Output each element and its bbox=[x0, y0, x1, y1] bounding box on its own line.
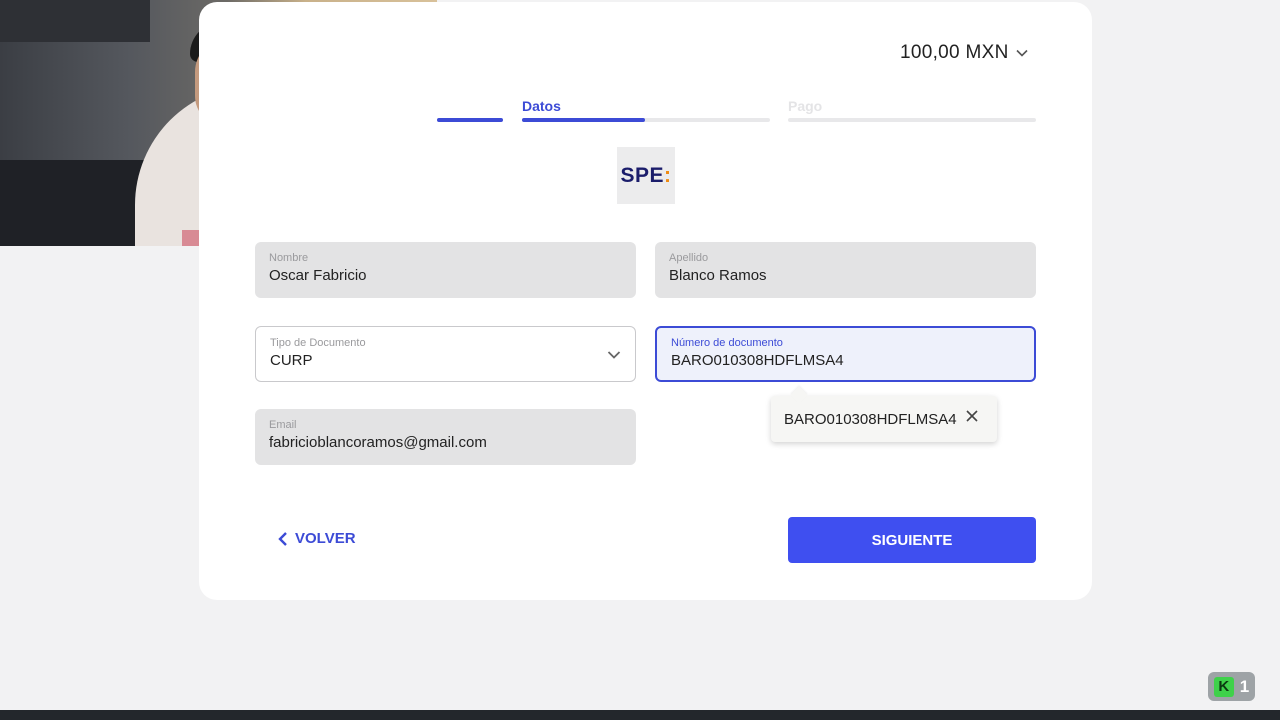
back-button[interactable]: VOLVER bbox=[277, 530, 356, 547]
tipo-documento-value: CURP bbox=[270, 352, 313, 369]
autocomplete-suggestion-text: BARO010308HDFLMSA4 bbox=[784, 410, 957, 428]
chevron-left-icon bbox=[278, 531, 287, 546]
recorder-badge-count: 1 bbox=[1239, 676, 1250, 696]
nombre-label: Nombre bbox=[269, 252, 309, 264]
spei-logo-text: SPE bbox=[620, 163, 665, 187]
numero-documento-label: Número de documento bbox=[671, 337, 783, 349]
step-pago-track bbox=[788, 118, 1036, 122]
email-value: fabricioblancoramos@gmail.com bbox=[269, 434, 487, 451]
spei-logo-accent: : bbox=[664, 163, 672, 187]
chevron-down-icon bbox=[607, 351, 621, 359]
apellido-label: Apellido bbox=[669, 252, 709, 264]
email-label: Email bbox=[269, 419, 297, 431]
k-logo-icon: K bbox=[1213, 676, 1234, 697]
close-icon[interactable] bbox=[965, 409, 979, 423]
nombre-field[interactable]: Nombre Oscar Fabricio bbox=[255, 242, 636, 298]
tipo-documento-select[interactable]: Tipo de Documento CURP bbox=[255, 326, 636, 382]
amount-selector[interactable]: 100,00 MXN bbox=[900, 42, 1029, 64]
checkout-card bbox=[199, 2, 1092, 600]
step-previous-progress bbox=[437, 118, 503, 122]
tipo-documento-label: Tipo de Documento bbox=[270, 337, 366, 349]
taskbar bbox=[0, 710, 1280, 720]
email-field[interactable]: Email fabricioblancoramos@gmail.com bbox=[255, 409, 636, 465]
chevron-down-icon bbox=[1016, 49, 1028, 57]
next-button[interactable]: SIGUIENTE bbox=[788, 517, 1036, 563]
next-button-label: SIGUIENTE bbox=[871, 531, 953, 549]
back-button-label: VOLVER bbox=[295, 530, 356, 547]
numero-documento-input[interactable]: Número de documento BARO010308HDFLMSA4 bbox=[655, 326, 1036, 382]
step-label-datos: Datos bbox=[522, 98, 561, 114]
amount-value: 100,00 MXN bbox=[900, 42, 1009, 63]
nombre-value: Oscar Fabricio bbox=[269, 267, 367, 284]
autocomplete-suggestion[interactable]: BARO010308HDFLMSA4 bbox=[771, 396, 997, 442]
numero-documento-value: BARO010308HDFLMSA4 bbox=[671, 352, 844, 369]
recorder-badge[interactable]: K 1 bbox=[1208, 672, 1255, 701]
spei-logo: SPE: bbox=[617, 147, 675, 204]
apellido-field[interactable]: Apellido Blanco Ramos bbox=[655, 242, 1036, 298]
step-label-pago: Pago bbox=[788, 98, 823, 114]
step-datos-progress bbox=[522, 118, 645, 122]
apellido-value: Blanco Ramos bbox=[669, 267, 767, 284]
webcam-shelf bbox=[0, 0, 150, 42]
